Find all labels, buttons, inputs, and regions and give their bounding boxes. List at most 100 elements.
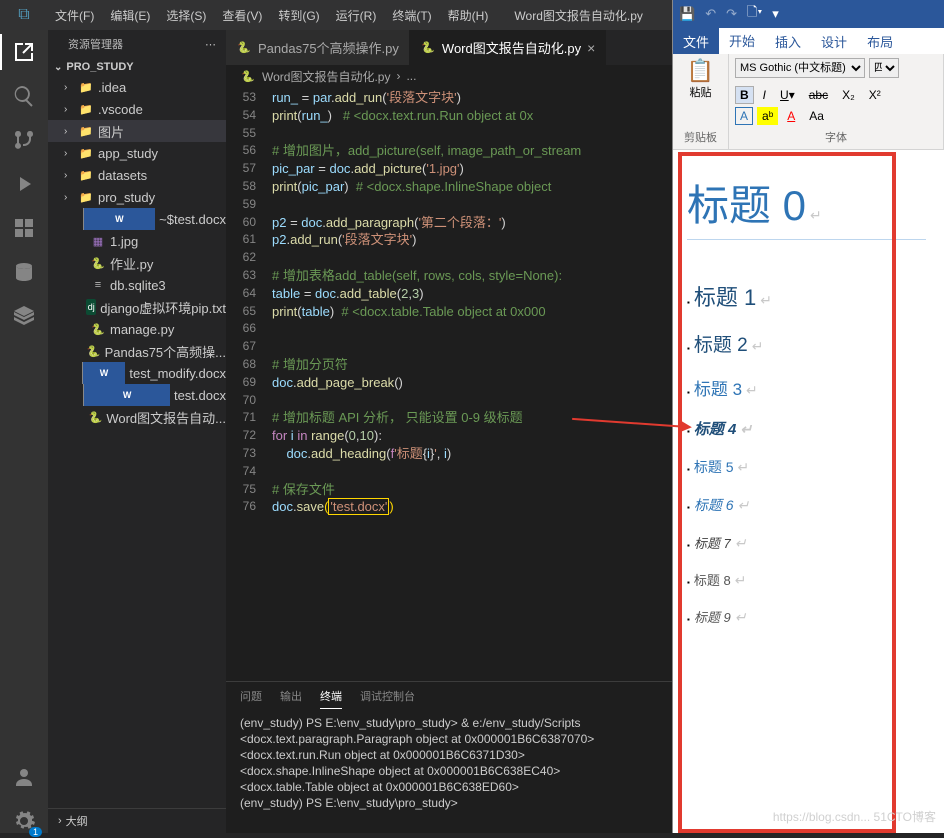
code-editor[interactable]: 53run_ = par.add_run('段落文字块')54print(run…: [226, 87, 672, 681]
heading-5: ▪标题 5↵: [687, 457, 926, 477]
terminal-panel: 问题输出终端调试控制台 (env_study) PS E:\env_study\…: [226, 681, 672, 833]
search-icon[interactable]: [12, 84, 36, 108]
menu-item[interactable]: 编辑(E): [103, 3, 157, 28]
menu-item[interactable]: 转到(G): [271, 3, 326, 28]
tree-item[interactable]: 🐍Word图文报告自动...: [48, 406, 226, 428]
word-quick-access: 💾 ↶ ↷ 🗋▾ ▾: [673, 0, 944, 28]
menu-item[interactable]: 选择(S): [159, 3, 213, 28]
underline-button[interactable]: U▾: [775, 86, 800, 104]
word-ribbon: 📋粘贴 剪贴板 MS Gothic (中文标题) 四 B I U▾ abc X₂…: [673, 54, 944, 150]
py-icon: 🐍: [90, 255, 106, 271]
img-icon: ▦: [90, 233, 106, 249]
tree-item[interactable]: ›📁.idea: [48, 76, 226, 98]
tree-item[interactable]: ›📁.vscode: [48, 98, 226, 120]
menu-bar: 文件(F)编辑(E)选择(S)查看(V)转到(G)运行(R)终端(T)帮助(H): [48, 3, 495, 28]
stack-icon[interactable]: [12, 304, 36, 328]
menu-item[interactable]: 帮助(H): [441, 3, 496, 28]
panel-tab[interactable]: 终端: [320, 688, 342, 709]
panel-tab[interactable]: 输出: [280, 688, 302, 709]
file-tree: ›📁.idea›📁.vscode›📁图片›📁app_study›📁dataset…: [48, 76, 226, 808]
tree-item[interactable]: 🐍作业.py: [48, 252, 226, 274]
project-section[interactable]: ⌄PRO_STUDY: [48, 58, 226, 76]
font-color-button[interactable]: A: [782, 107, 800, 125]
change-case-button[interactable]: Aa: [804, 107, 829, 125]
source-control-icon[interactable]: [12, 128, 36, 152]
run-debug-icon[interactable]: [12, 172, 36, 196]
folder-icon: 📁: [78, 79, 94, 95]
panel-tab[interactable]: 问题: [240, 688, 262, 709]
tree-item[interactable]: 🐍Pandas75个高频操...: [48, 340, 226, 362]
text-effect-button[interactable]: A: [735, 107, 753, 125]
save-icon[interactable]: 💾: [679, 6, 695, 22]
ribbon-tab[interactable]: 插入: [765, 28, 811, 55]
editor-area: 🐍Pandas75个高频操作.py🐍Word图文报告自动化.py× 🐍 Word…: [226, 30, 672, 833]
editor-tab[interactable]: 🐍Word图文报告自动化.py×: [410, 30, 606, 65]
heading-2: ▪标题 2↵: [687, 330, 926, 357]
font-group-label: 字体: [735, 129, 937, 145]
explorer-icon[interactable]: [12, 40, 36, 64]
panel-tabs: 问题输出终端调试控制台: [226, 682, 672, 709]
font-family-select[interactable]: MS Gothic (中文标题): [735, 58, 865, 78]
bold-button[interactable]: B: [735, 86, 754, 104]
tree-item[interactable]: djdjango虚拟环境pip.txt: [48, 296, 226, 318]
breadcrumb[interactable]: 🐍 Word图文报告自动化.py›...: [226, 65, 672, 87]
ribbon-tab[interactable]: 开始: [719, 27, 765, 56]
database-icon[interactable]: [12, 260, 36, 284]
font-size-select[interactable]: 四: [869, 58, 899, 78]
tree-item[interactable]: Wtest.docx: [48, 384, 226, 406]
word-icon: W: [82, 362, 126, 384]
tree-item[interactable]: 🐍manage.py: [48, 318, 226, 340]
account-icon[interactable]: [12, 765, 36, 789]
word-document[interactable]: 标题 0↵ ▪标题 1↵ ▪标题 2↵ ▪标题 3↵ ▪标题 4↵ ▪标题 5↵…: [673, 150, 944, 833]
folder-icon: 📁: [78, 189, 94, 205]
activity-bar: 1: [0, 30, 48, 833]
ribbon-tab[interactable]: 布局: [857, 28, 903, 55]
heading-4: ▪标题 4↵: [687, 418, 926, 439]
heading-9: ▪标题 9↵: [687, 607, 926, 626]
panel-tab[interactable]: 调试控制台: [360, 688, 415, 709]
menu-item[interactable]: 查看(V): [215, 3, 269, 28]
redo-icon[interactable]: ↷: [726, 6, 737, 22]
editor-tab[interactable]: 🐍Pandas75个高频操作.py: [226, 30, 410, 65]
qat-more-icon[interactable]: ▾: [772, 6, 779, 22]
heading-6: ▪标题 6↵: [687, 495, 926, 515]
settings-gear-icon[interactable]: 1: [12, 809, 36, 833]
clipboard-group-label: 剪贴板: [679, 129, 722, 145]
py-icon: 🐍: [87, 343, 101, 359]
tree-item[interactable]: ›📁图片: [48, 120, 226, 142]
terminal-body[interactable]: (env_study) PS E:\env_study\pro_study> &…: [226, 709, 672, 833]
tree-item[interactable]: ›📁datasets: [48, 164, 226, 186]
ribbon-tab[interactable]: 文件: [673, 28, 719, 55]
menu-item[interactable]: 终端(T): [385, 3, 438, 28]
editor-tabs: 🐍Pandas75个高频操作.py🐍Word图文报告自动化.py×: [226, 30, 672, 65]
heading-3: ▪标题 3↵: [687, 375, 926, 400]
strike-button[interactable]: abc: [804, 86, 833, 104]
word-window: 💾 ↶ ↷ 🗋▾ ▾ 文件开始插入设计布局 📋粘贴 剪贴板 MS Gothic …: [672, 0, 944, 833]
outline-section[interactable]: ›大纲: [48, 808, 226, 833]
heading-8: ▪标题 8↵: [687, 570, 926, 589]
italic-button[interactable]: I: [758, 86, 771, 104]
superscript-button[interactable]: X²: [864, 86, 886, 104]
menu-item[interactable]: 文件(F): [48, 3, 101, 28]
extensions-icon[interactable]: [12, 216, 36, 240]
undo-icon[interactable]: ↶: [705, 6, 716, 22]
more-icon[interactable]: ⋯: [205, 38, 216, 51]
tree-item[interactable]: ›📁app_study: [48, 142, 226, 164]
folder-icon: 📁: [78, 145, 94, 161]
paste-button[interactable]: 粘贴: [679, 84, 722, 100]
subscript-button[interactable]: X₂: [837, 86, 860, 104]
tree-item[interactable]: ›📁pro_study: [48, 186, 226, 208]
refresh-icon[interactable]: 🗋▾: [747, 3, 762, 25]
watermark: https://blog.csdn... 51CTO博客: [773, 808, 936, 825]
highlight-button[interactable]: aᵇ: [757, 107, 778, 125]
tree-item[interactable]: W~$test.docx: [48, 208, 226, 230]
tree-item[interactable]: ≡db.sqlite3: [48, 274, 226, 296]
explorer-title: 资源管理器: [68, 36, 123, 52]
close-icon[interactable]: ×: [587, 40, 595, 56]
ribbon-tab[interactable]: 设计: [811, 28, 857, 55]
word-ribbon-tabs: 文件开始插入设计布局: [673, 28, 944, 54]
db-icon: ≡: [90, 277, 106, 293]
tree-item[interactable]: Wtest_modify.docx: [48, 362, 226, 384]
menu-item[interactable]: 运行(R): [329, 3, 384, 28]
tree-item[interactable]: ▦1.jpg: [48, 230, 226, 252]
